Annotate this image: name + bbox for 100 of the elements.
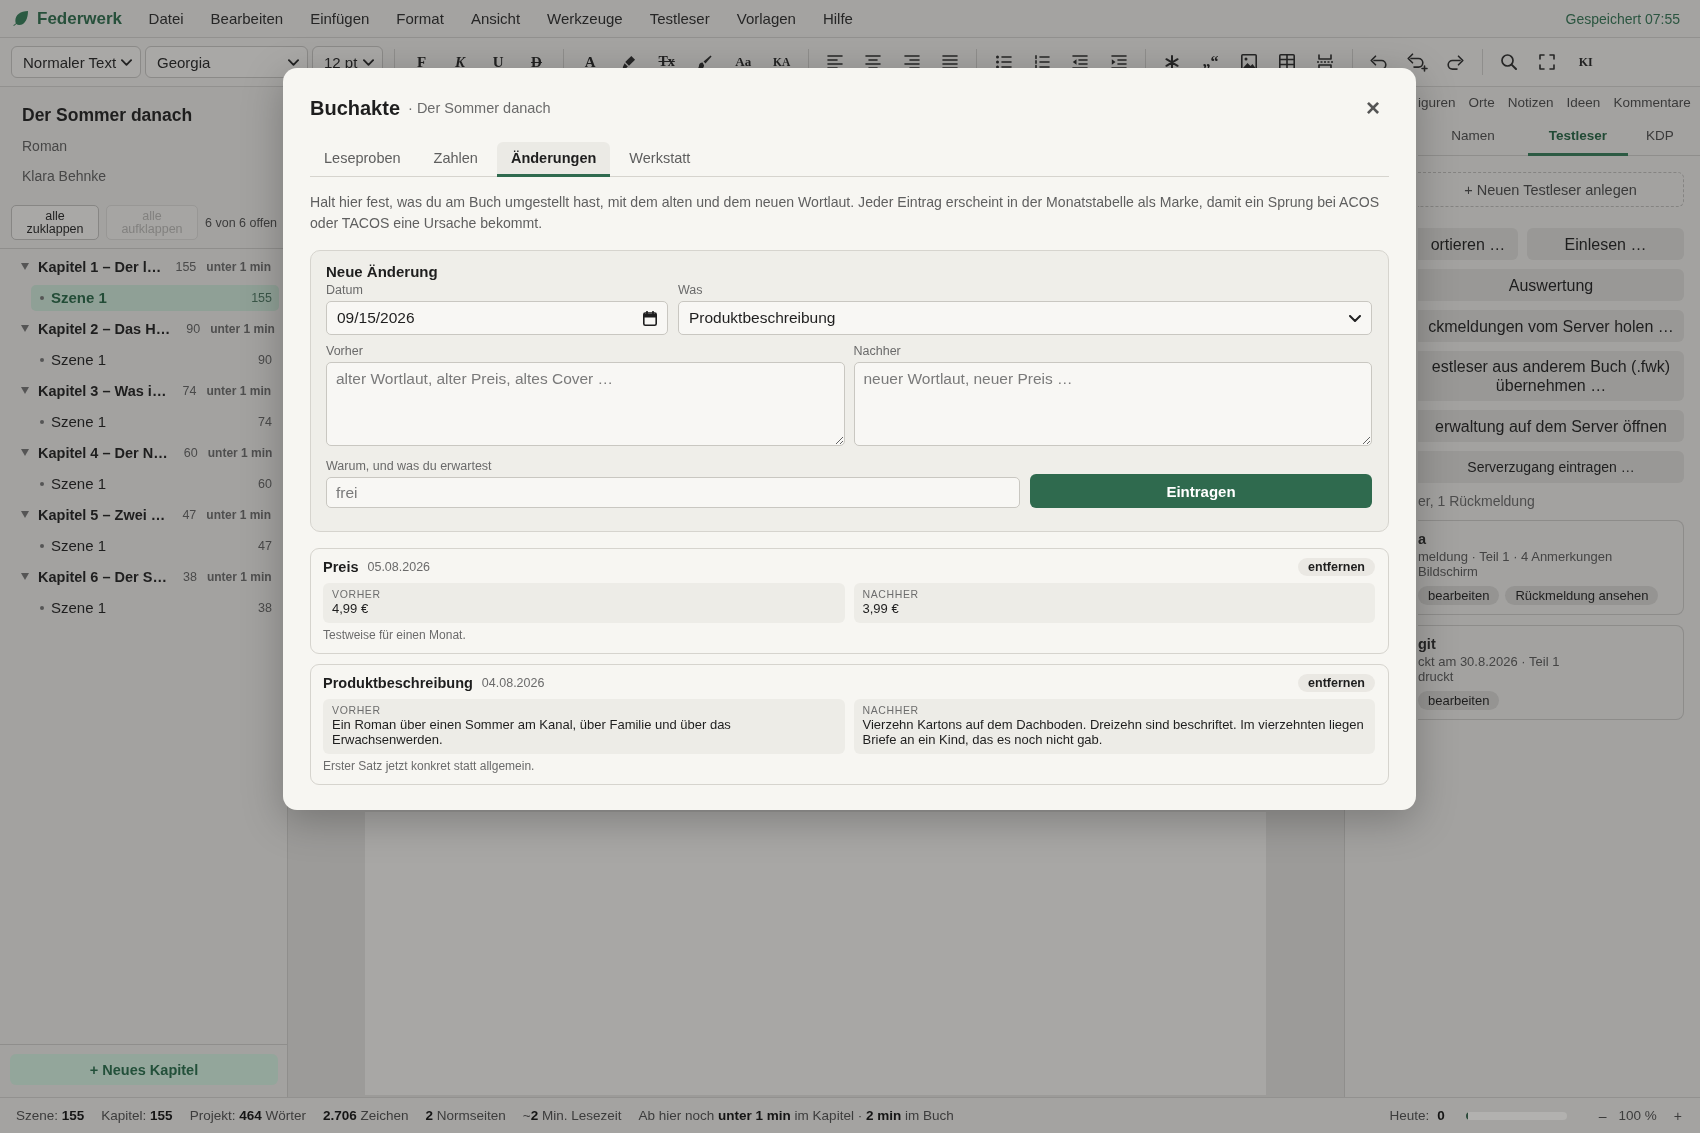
panel-tab[interactable]: Namen — [1418, 117, 1528, 156]
ai-button[interactable]: KI — [1570, 50, 1601, 74]
remove-button[interactable]: entfernen — [1298, 558, 1375, 576]
entry-note: Erster Satz jetzt konkret statt allgemein. — [323, 759, 536, 773]
panel-action-button[interactable]: ckmeldungen vom Server holen … — [1418, 310, 1684, 342]
tab[interactable]: Änderungen — [496, 142, 611, 177]
panel-tab[interactable]: KDP — [1628, 117, 1692, 156]
open-count: 6 von 6 offen — [205, 215, 278, 230]
disclosure-triangle-icon[interactable] — [21, 263, 29, 270]
undo-icon[interactable] — [1370, 54, 1388, 70]
tab[interactable]: Leseproben — [310, 142, 415, 177]
disclosure-triangle-icon[interactable] — [21, 325, 29, 332]
align-right-icon[interactable] — [903, 55, 920, 69]
panel-action-button[interactable]: Einlesen … — [1527, 228, 1684, 260]
chapter-title[interactable]: Kapitel 3 – Was i… — [38, 382, 167, 399]
numbered-list-icon[interactable] — [1033, 55, 1050, 69]
scene-item[interactable]: Szene 1 90 — [31, 346, 279, 373]
zoom-in-button[interactable]: + — [1669, 1107, 1686, 1124]
field-select[interactable]: Produktbeschreibung — [678, 301, 1372, 335]
tab[interactable]: Werkstatt — [615, 142, 705, 177]
date-field[interactable]: 09/15/2026 — [326, 301, 668, 335]
clear-formatting-button[interactable]: Tx — [651, 50, 682, 74]
indent-icon[interactable] — [1110, 55, 1127, 69]
chevron-down-icon — [363, 58, 374, 66]
asterisk-icon[interactable] — [1165, 54, 1180, 70]
scene-item[interactable]: Szene 1 47 — [31, 532, 279, 559]
align-left-icon[interactable] — [827, 55, 844, 69]
reader-action-button[interactable]: Rückmeldung ansehen — [1505, 586, 1659, 605]
table-icon[interactable] — [1279, 54, 1295, 70]
align-center-icon[interactable] — [865, 55, 882, 69]
zoom-out-button[interactable]: – — [1594, 1107, 1611, 1124]
justify-icon[interactable] — [942, 55, 959, 69]
today-count: 0 — [1437, 1108, 1445, 1123]
reason-input[interactable]: frei — [326, 477, 1020, 508]
after-text-area[interactable]: neuer Wortlaut, neuer Preis … — [853, 362, 1372, 446]
bold-button[interactable]: F — [406, 50, 437, 74]
menu-item[interactable]: Bearbeiten — [197, 7, 297, 30]
menu-item[interactable]: Werkzeuge — [533, 7, 637, 30]
submit-button[interactable]: Eintragen — [1030, 474, 1372, 508]
image-icon[interactable] — [1240, 54, 1257, 70]
tab[interactable]: Zahlen — [419, 142, 492, 177]
panel-action-button[interactable]: erwaltung auf dem Server öffnen — [1418, 410, 1684, 442]
scene-item[interactable]: Szene 1 74 — [31, 408, 279, 435]
disclosure-triangle-icon[interactable] — [21, 511, 29, 518]
fullscreen-icon[interactable] — [1539, 54, 1556, 70]
disclosure-triangle-icon[interactable] — [21, 449, 29, 456]
new-chapter-button[interactable]: + Neues Kapitel — [10, 1054, 278, 1085]
small-caps-button[interactable]: KA — [766, 50, 797, 74]
panel-tab[interactable]: Testleser — [1528, 117, 1628, 156]
paragraph-style-select[interactable]: Normaler Text — [11, 46, 141, 78]
menu-item[interactable]: Einfügen — [296, 7, 383, 30]
field-label: Warum, und was du erwartest — [326, 459, 493, 473]
reader-action-button[interactable]: bearbeiten — [1418, 586, 1500, 605]
font-family-select[interactable]: Georgia — [145, 46, 308, 78]
search-icon[interactable] — [1501, 54, 1518, 70]
field-label: Was — [678, 283, 704, 297]
menu-item[interactable]: Ansicht — [457, 7, 534, 30]
scene-item[interactable]: Szene 1 38 — [31, 594, 279, 621]
chapter-title[interactable]: Kapitel 4 – Der N… — [38, 444, 168, 461]
panel-tab[interactable]: Notizen — [1507, 94, 1554, 110]
bulleted-list-icon[interactable] — [995, 55, 1012, 69]
chapter-title[interactable]: Kapitel 1 – Der l… — [38, 258, 167, 275]
add-reader-button[interactable]: + Neuen Testleser anlegen — [1418, 172, 1684, 207]
reader-action-button[interactable]: bearbeiten — [1418, 691, 1500, 710]
remove-button[interactable]: entfernen — [1298, 674, 1375, 692]
chapter-title[interactable]: Kapitel 2 – Das H… — [38, 320, 171, 337]
disclosure-triangle-icon[interactable] — [21, 573, 29, 580]
chapter-title[interactable]: Kapitel 6 – Der S… — [38, 568, 167, 585]
menu-item[interactable]: Testleser — [636, 7, 724, 30]
panel-action-button[interactable]: estleser aus anderem Buch (.fwk) übernehmen … — [1418, 351, 1684, 401]
panel-tab[interactable]: iguren — [1418, 94, 1456, 110]
reader-summary: er, 1 Rückmeldung — [1418, 492, 1536, 510]
text-color-button[interactable]: A — [575, 50, 606, 74]
undo-plus-icon[interactable] — [1406, 52, 1428, 72]
menu-item[interactable]: Hilfe — [809, 7, 867, 30]
scene-item[interactable]: Szene 1 60 — [31, 470, 279, 497]
strikethrough-button[interactable]: D — [521, 50, 552, 74]
menu-item[interactable]: Vorlagen — [723, 7, 810, 30]
outdent-icon[interactable] — [1072, 55, 1089, 69]
panel-tab[interactable]: Orte — [1468, 94, 1495, 110]
redo-icon[interactable] — [1447, 54, 1464, 70]
underline-button[interactable]: U — [483, 50, 514, 74]
menu-item[interactable]: Format — [382, 7, 458, 30]
scene-item[interactable]: Szene 1 155 — [31, 284, 279, 311]
panel-action-button[interactable]: ortieren … — [1418, 228, 1518, 260]
chapter-title[interactable]: Kapitel 5 – Zwei … — [38, 506, 167, 523]
value-text: 4,99 € — [332, 601, 370, 616]
panel-action-button[interactable]: Serverzugang eintragen … — [1418, 451, 1684, 483]
menu-item[interactable]: Datei — [135, 7, 198, 30]
close-button[interactable]: × — [1363, 96, 1383, 120]
change-case-button[interactable]: Aa — [728, 50, 759, 74]
panel-tab[interactable]: Ideen — [1566, 94, 1601, 110]
status-text: Szene: 155 — [16, 1108, 85, 1123]
panel-tab[interactable]: Kommentare — [1613, 94, 1691, 110]
italic-button[interactable]: K — [444, 50, 475, 74]
disclosure-triangle-icon[interactable] — [21, 387, 29, 394]
page-break-icon[interactable] — [1317, 54, 1334, 70]
outline-toggle-button[interactable]: alle zuklappen — [11, 205, 99, 240]
before-text-area[interactable]: alter Wortlaut, alter Preis, altes Cover … — [326, 362, 845, 446]
panel-action-button[interactable]: Auswertung — [1418, 269, 1684, 301]
